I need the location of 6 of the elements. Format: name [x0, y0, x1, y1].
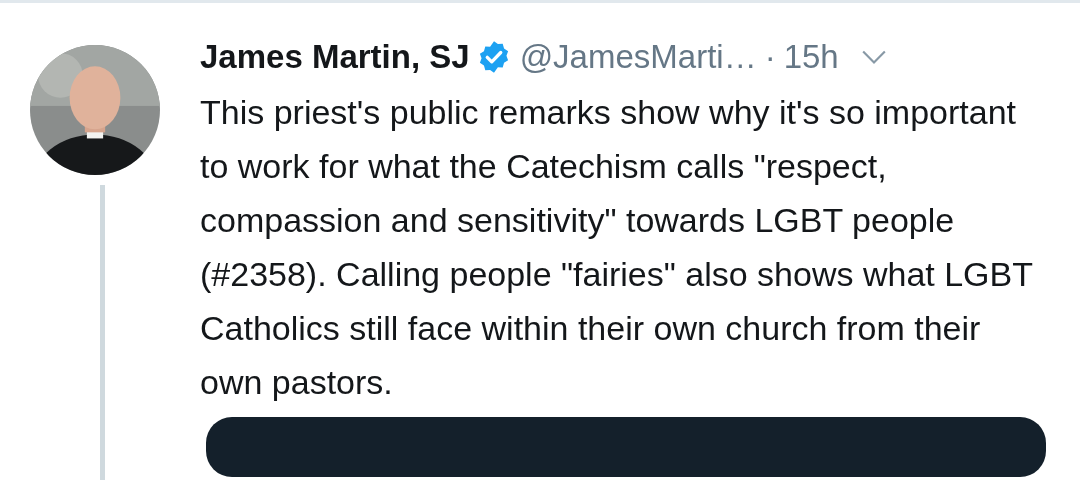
tweet-text: This priest's public remarks show why it's so important to work for what the Catechism calls "respect, compassion and sensitivity" towards LGBT people (#2358). Calling people "fairies" also shows what LGBT Catholics still face within their own church from their own pastors. — [200, 92, 1034, 403]
timestamp[interactable]: 15h — [783, 38, 839, 76]
separator-dot: · — [764, 38, 776, 76]
chevron-down-icon[interactable] — [860, 49, 887, 65]
user-handle[interactable]: @JamesMarti… — [519, 38, 757, 76]
author-name[interactable]: James Martin, SJ — [200, 38, 470, 76]
